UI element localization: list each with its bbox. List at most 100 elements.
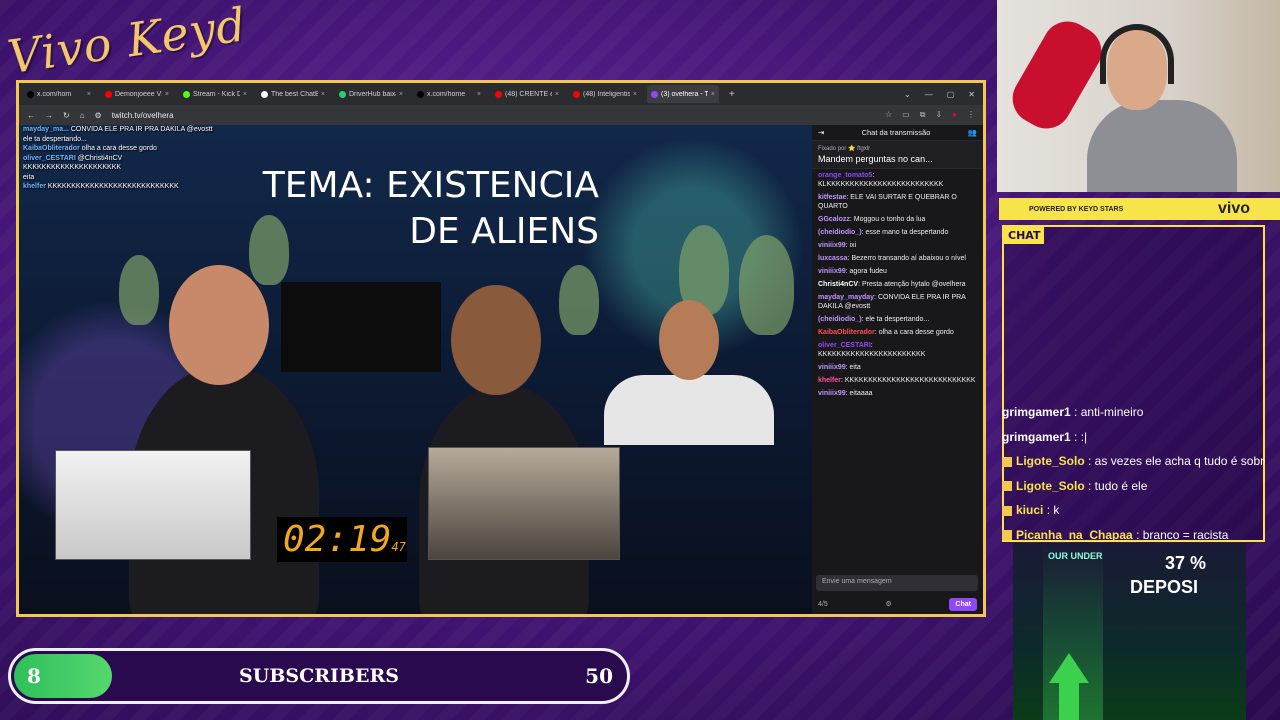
- overlay-chat-message: oliver_CESTARI @Christi4nCV KKKKKKKKKKKK…: [23, 154, 213, 173]
- site-info-icon[interactable]: ⚙: [95, 111, 102, 120]
- topic-title: TEMA: EXISTENCIA DE ALIENS: [219, 163, 599, 255]
- chat-username[interactable]: KaibaObliterador: [818, 329, 875, 336]
- tab-close-icon[interactable]: ×: [87, 91, 91, 98]
- tab-close-icon[interactable]: ×: [477, 91, 481, 98]
- browser-tab[interactable]: (48) Inteligentista×: [569, 85, 641, 103]
- chat-username[interactable]: luxcassa: [818, 255, 848, 262]
- chat-username[interactable]: (cheidiodio_): [818, 229, 862, 236]
- overlay-chat-text: : as vezes ele acha q tudo é sobre ele: [1088, 454, 1265, 468]
- browser-tab[interactable]: Stream - Kick Dashbo×: [179, 85, 251, 103]
- chat-message[interactable]: GGcalozz: Moggou o tonho da lua: [812, 213, 983, 226]
- chat-message[interactable]: oliver_CESTARI: KKKKKKKKKKKKKKKKKKKKKKK: [812, 339, 983, 361]
- chat-message[interactable]: viniiix99: eitaaaa: [812, 387, 983, 400]
- chat-message[interactable]: viniiix99: eita: [812, 361, 983, 374]
- url-field[interactable]: twitch.tv/ovelhera: [112, 111, 174, 120]
- users-icon[interactable]: 👥: [968, 128, 977, 137]
- chat-text: KKKKKKKKKKKKKKKKKKKKKKKKKKKK: [844, 377, 976, 384]
- pinned-by: Fixado por ⭐ ftgxlr: [818, 146, 871, 152]
- chat-username[interactable]: viniiix99: [818, 364, 846, 371]
- browser-tab[interactable]: (3) ovelhera - Twitch×: [647, 85, 719, 103]
- chat-text: Moggou o tonho da lua: [853, 216, 926, 223]
- channel-points[interactable]: 4/5: [818, 601, 828, 608]
- overlay-chat-text: : branco = racista: [1136, 527, 1229, 542]
- subscriber-goal: 50: [585, 664, 613, 688]
- chat-message[interactable]: orange_tomato5: KLKKKKKKKKKKKKKKKKKKKKKK…: [812, 169, 983, 191]
- chat-send-button[interactable]: Chat: [949, 597, 977, 611]
- extensions-icon[interactable]: ⧉: [920, 110, 926, 120]
- tab-list-icon[interactable]: ⌄: [904, 90, 911, 99]
- browser-tab[interactable]: x.com/hom ×: [23, 85, 95, 103]
- chat-message[interactable]: khelfer: KKKKKKKKKKKKKKKKKKKKKKKKKKKK: [812, 374, 983, 387]
- tab-close-icon[interactable]: ×: [165, 91, 169, 98]
- tab-close-icon[interactable]: ×: [555, 91, 559, 98]
- new-tab-button[interactable]: +: [729, 89, 735, 100]
- menu-icon[interactable]: ⋮: [967, 110, 975, 120]
- browser-tab[interactable]: x.com/home ×: [413, 85, 485, 103]
- streamer-webcam: [997, 0, 1280, 192]
- settings-icon[interactable]: ⚙: [885, 600, 891, 608]
- browser-tab[interactable]: DriverHub baixa drive×: [335, 85, 407, 103]
- overlay-chat-text: ele ta despertando...: [23, 135, 87, 143]
- profile-icon[interactable]: ●: [952, 110, 957, 120]
- tab-close-icon[interactable]: ×: [243, 91, 247, 98]
- chat-username[interactable]: Christi4nCV: [818, 281, 858, 288]
- chat-username[interactable]: khelfer: [818, 377, 841, 384]
- chat-message[interactable]: mayday_mayday: CONVIDA ELE PRA IR PRA DA…: [812, 291, 983, 313]
- forward-icon[interactable]: →: [45, 111, 53, 120]
- back-icon[interactable]: ←: [27, 111, 35, 120]
- tab-favicon-icon: [339, 90, 346, 98]
- maximize-icon[interactable]: ▢: [947, 90, 955, 99]
- home-icon[interactable]: ⌂: [80, 111, 85, 120]
- tab-close-icon[interactable]: ×: [321, 91, 325, 98]
- chat-username[interactable]: viniiix99: [818, 390, 846, 397]
- overlay-chat-text: KKKKKKKKKKKKKKKKKKKKKKKKKKKK: [47, 183, 179, 190]
- download-icon[interactable]: ⇩: [935, 110, 942, 120]
- browser-tab[interactable]: Demonjoeee VS Ri×: [101, 85, 173, 103]
- chat-username[interactable]: (cheidiodio_): [818, 316, 862, 323]
- chat-message[interactable]: KaibaObliterador: olha a cara desse gord…: [812, 326, 983, 339]
- overlay-chat-message: eita: [23, 173, 213, 183]
- chat-message[interactable]: (cheidiodio_): esse mano ta despertando: [812, 226, 983, 239]
- tab-label: x.com/home: [427, 90, 466, 98]
- chat-message[interactable]: viniiix99: ixi: [812, 239, 983, 252]
- chat-input[interactable]: Envie uma mensagem: [816, 575, 978, 591]
- chat-label: CHAT: [1004, 227, 1045, 244]
- pinned-message[interactable]: Fixado por ⭐ ftgxlr Mandem perguntas no …: [812, 141, 983, 169]
- tab-close-icon[interactable]: ×: [633, 91, 637, 98]
- cast-icon[interactable]: ▭: [902, 110, 910, 120]
- chat-message[interactable]: (cheidiodio_): ele ta despertando...: [812, 313, 983, 326]
- tab-favicon-icon: [573, 90, 580, 98]
- sub-badge-icon: [1002, 530, 1012, 541]
- alien-figure: [739, 235, 794, 335]
- chat-message[interactable]: Christi4nCV: Presta atenção hytalo @ovel…: [812, 278, 983, 291]
- chat-username[interactable]: mayday_mayday: [818, 294, 874, 301]
- chat-username[interactable]: viniiix99: [818, 268, 846, 275]
- chat-username[interactable]: oliver_CESTARI: [818, 342, 871, 349]
- topic-line-2: DE ALIENS: [409, 211, 599, 252]
- bookmark-star-icon[interactable]: ☆: [885, 110, 892, 120]
- video-player[interactable]: mayday_ma... CONVIDA ELE PRA IR PRA DAKI…: [19, 125, 812, 614]
- overlay-chat-user: Picanha_na_Chapaa: [1016, 527, 1133, 542]
- host-left-head: [169, 265, 269, 385]
- chat-message[interactable]: kitfestae: ELE VAI SURTAR E QUEBRAR O QU…: [812, 191, 983, 213]
- chat-username[interactable]: viniiix99: [818, 242, 846, 249]
- tab-label: (3) ovelhera - Twitch: [661, 90, 708, 98]
- guest-webcam-right: [428, 447, 620, 560]
- collapse-chat-icon[interactable]: ⇥: [818, 128, 824, 137]
- chat-username[interactable]: orange_tomato5: [818, 172, 872, 179]
- minimize-icon[interactable]: —: [925, 90, 933, 99]
- host-center-head: [451, 285, 541, 395]
- browser-tab[interactable]: (48) CRENTE e garot×: [491, 85, 563, 103]
- chat-header: ⇥ Chat da transmissão 👥: [812, 125, 983, 141]
- chat-message[interactable]: viniiix99: agora fudeu: [812, 265, 983, 278]
- chat-username[interactable]: kitfestae: [818, 194, 846, 201]
- browser-tab[interactable]: The best ChatBot an×: [257, 85, 329, 103]
- close-icon[interactable]: ✕: [968, 90, 975, 99]
- chat-message[interactable]: luxcassa: Bezerro transando aí abaixou o…: [812, 252, 983, 265]
- tab-close-icon[interactable]: ×: [711, 91, 715, 98]
- tab-close-icon[interactable]: ×: [399, 91, 403, 98]
- chat-username[interactable]: GGcalozz: [818, 216, 850, 223]
- blank-video-frame: [281, 282, 441, 372]
- overlay-chat-text: : :|: [1074, 429, 1088, 444]
- reload-icon[interactable]: ↻: [63, 111, 70, 120]
